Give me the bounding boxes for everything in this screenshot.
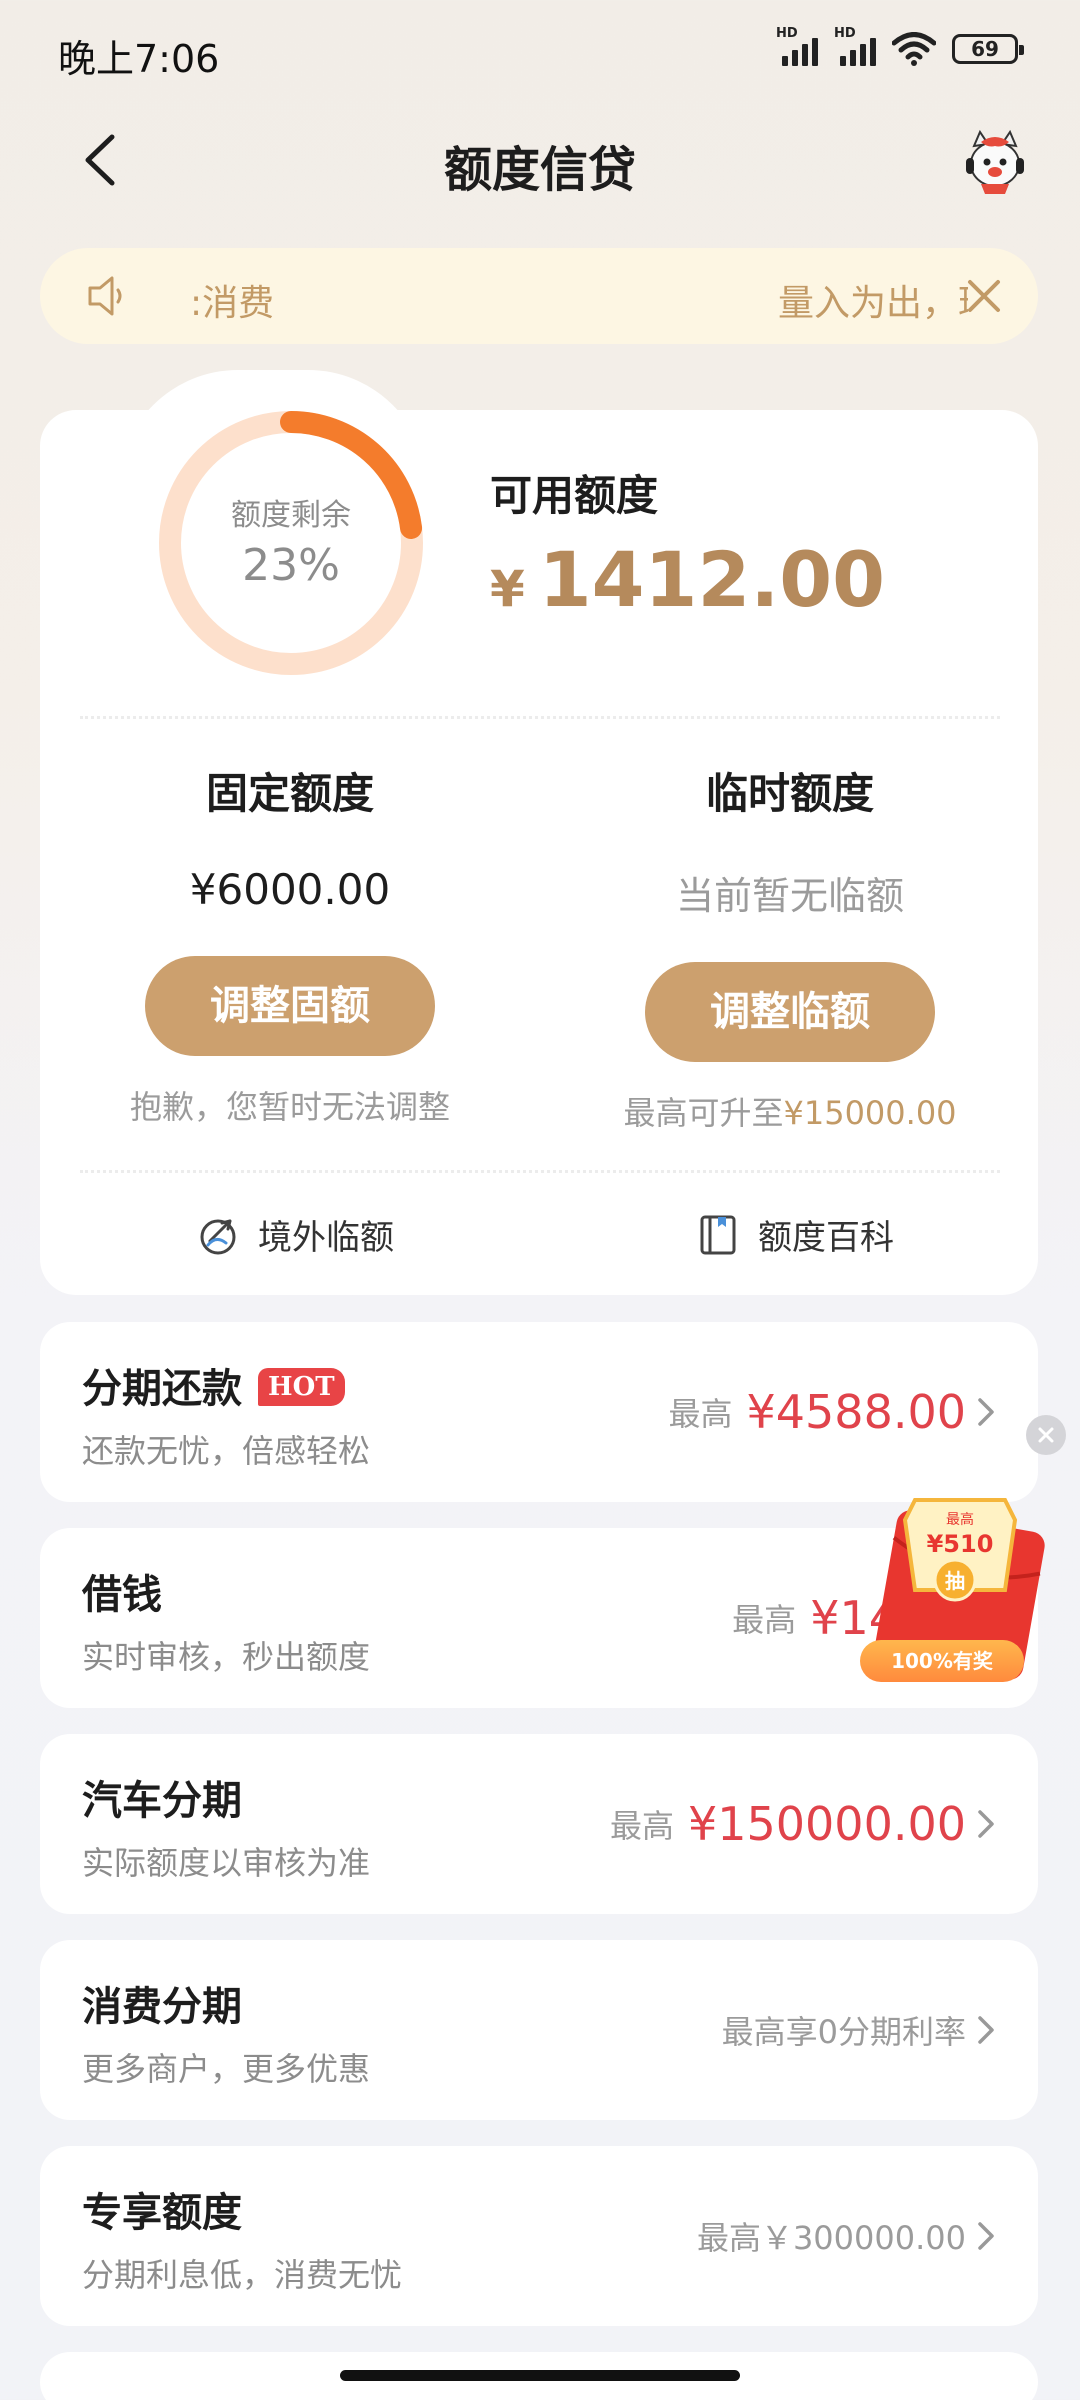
plane-globe-icon	[200, 1219, 236, 1254]
promo-badge[interactable]: 100%有奖	[860, 1640, 1024, 1682]
close-icon[interactable]	[960, 272, 1008, 320]
service-row-installment-repay[interactable]: 分期还款 HOT 还款无忧，倍感轻松 最高 ¥4588.00	[40, 1322, 1038, 1502]
signal-hd-label: HD	[834, 26, 856, 41]
temporary-quota-note: 最高可升至¥15000.00	[570, 1088, 1010, 1134]
row-title: 消费分期	[82, 1984, 242, 2030]
chevron-right-icon	[978, 1810, 994, 1838]
row-title-text: 分期还款	[82, 1366, 242, 1412]
hot-badge: HOT	[258, 1368, 345, 1406]
temporary-quota-title: 临时额度	[705, 769, 874, 818]
ring-label: 额度剩余	[231, 498, 351, 533]
temporary-quota-column: 临时额度 当前暂无临额 调整临额 最高可升至¥15000.00	[570, 760, 1010, 1134]
quota-encyclopedia-label: 额度百科	[758, 1218, 894, 1258]
row-subtitle: 实时审核，秒出额度	[82, 1638, 371, 1676]
row-right: 最高 ¥150000.00	[610, 1734, 966, 1914]
row-subtitle: 还款无忧，倍感轻松	[82, 1432, 371, 1470]
row-right-label: 最高享0分期利率	[721, 2013, 966, 2051]
signal-icon: HD	[776, 26, 818, 66]
fixed-quota-note: 抱歉，您暂时无法调整	[129, 1088, 450, 1126]
status-time: 晚上7:06	[58, 37, 220, 81]
available-amount-value: 1412.00	[538, 535, 885, 624]
battery-indicator: 69	[952, 34, 1024, 64]
row-right-amount: ¥4588.00	[746, 1385, 967, 1439]
available-quota-amount: ¥1412.00	[490, 535, 885, 624]
row-right-amount: ¥150000.00	[687, 1797, 966, 1851]
signal-icon: HD	[834, 26, 876, 66]
fixed-quota-title: 固定额度	[205, 769, 374, 818]
row-right-label: 最高	[732, 1601, 797, 1639]
temporary-quota-value: 当前暂无临额	[675, 874, 904, 918]
row-subtitle: 实际额度以审核为准	[82, 1844, 371, 1882]
notice-bar[interactable]: :消费 量入为出，理	[40, 248, 1038, 344]
divider	[80, 1170, 1000, 1173]
service-row-exclusive-quota[interactable]: 专享额度 分期利息低，消费无忧 最高￥300000.00	[40, 2146, 1038, 2326]
row-subtitle: 分期利息低，消费无忧	[82, 2256, 403, 2294]
chevron-right-icon	[978, 1398, 994, 1426]
speaker-icon	[88, 276, 122, 316]
ring-percent: 23%	[242, 540, 340, 591]
chevron-right-icon	[978, 2016, 994, 2044]
temporary-note-prefix: 最高可升至	[623, 1094, 784, 1132]
row-right: 最高 ¥4588.00	[668, 1322, 966, 1502]
notice-text-scroll: 量入为出，理	[778, 283, 968, 324]
row-right: 最高￥300000.00	[697, 2146, 966, 2326]
adjust-temporary-quota-button[interactable]: 调整临额	[645, 962, 935, 1062]
promo-top-text: 最高	[946, 1511, 974, 1528]
row-title: 分期还款 HOT	[82, 1356, 345, 1414]
quota-encyclopedia-link[interactable]: 额度百科	[696, 1210, 894, 1259]
notice-text: :消费	[190, 283, 275, 324]
row-right-label: 最高	[609, 1807, 674, 1845]
adjust-fixed-quota-button[interactable]: 调整固额	[145, 956, 435, 1056]
available-quota-label: 可用额度	[490, 471, 659, 520]
customer-service-button[interactable]	[960, 128, 1030, 198]
promo-close-button[interactable]	[1026, 1415, 1066, 1455]
signal-hd-label: HD	[776, 26, 798, 41]
promo-draw-text: 抽	[945, 1569, 965, 1593]
status-bar: 晚上7:06 HD HD 69	[0, 0, 1080, 100]
service-row-consumer-installment[interactable]: 消费分期 更多商户，更多优惠 最高享0分期利率	[40, 1940, 1038, 2120]
fixed-quota-column: 固定额度 ¥6000.00 调整固额 抱歉，您暂时无法调整	[70, 760, 510, 1128]
row-right-label: 最高	[668, 1395, 733, 1433]
close-icon	[1038, 1427, 1054, 1443]
fixed-quota-value: ¥6000.00	[189, 865, 391, 914]
customer-service-mascot-icon	[966, 129, 1024, 194]
service-row-car-installment[interactable]: 汽车分期 实际额度以审核为准 最高 ¥150000.00	[40, 1734, 1038, 1914]
row-right: 最高享0分期利率	[722, 1940, 966, 2120]
temporary-note-amount: ¥15000.00	[783, 1094, 957, 1132]
overseas-temp-quota-label: 境外临额	[258, 1218, 394, 1258]
currency-symbol: ¥	[490, 560, 525, 618]
wifi-icon	[892, 32, 936, 66]
book-icon	[700, 1215, 736, 1254]
row-title: 借钱	[82, 1572, 162, 1618]
page-title: 额度信贷	[443, 142, 636, 198]
row-title: 汽车分期	[82, 1778, 242, 1824]
promo-amount: ¥510	[927, 1530, 994, 1558]
status-icons: HD HD 69	[776, 26, 1024, 66]
row-right-label: 最高￥300000.00	[696, 2219, 966, 2257]
chevron-right-icon	[978, 2222, 994, 2250]
nav-bar: 额度信贷	[0, 110, 1080, 210]
overseas-temp-quota-link[interactable]: 境外临额	[196, 1210, 394, 1259]
row-title: 专享额度	[82, 2190, 242, 2236]
home-indicator[interactable]	[340, 2370, 740, 2381]
row-subtitle: 更多商户，更多优惠	[82, 2050, 371, 2088]
divider	[80, 716, 1000, 719]
